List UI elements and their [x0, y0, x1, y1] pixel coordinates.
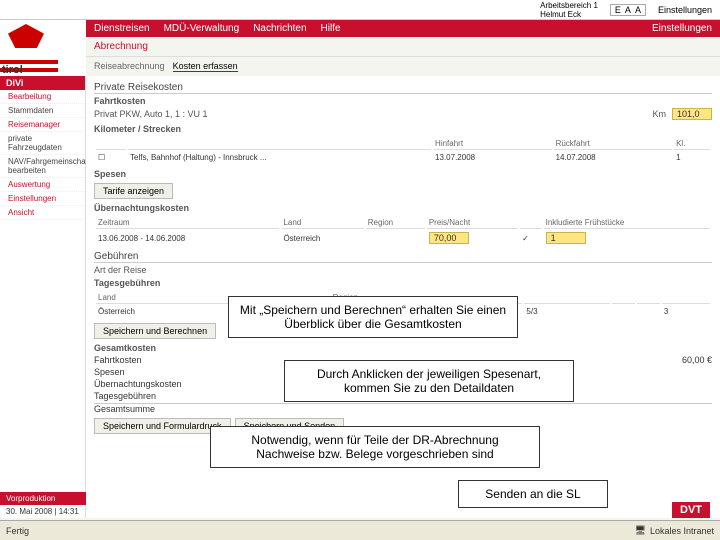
callout-4: Senden an die SL [458, 480, 608, 508]
summary-title: Gesamtkosten [94, 343, 712, 353]
geb-label: Gebühren [94, 251, 712, 263]
tages-label: Tagesgebühren [94, 278, 712, 288]
nav-mdue[interactable]: MDÜ-Verwaltung [164, 23, 240, 34]
spesen-label: Spesen [94, 169, 712, 179]
sidebar-item-einstellungen[interactable]: Einstellungen [0, 192, 85, 206]
sidebar-header: DiVi [0, 76, 85, 90]
workarea-label: Arbeitsbereich 1 Helmut Eck [540, 1, 598, 19]
accessibility-box[interactable]: EAA [610, 4, 646, 16]
subsection-fahrtkosten: Fahrtkosten [94, 96, 712, 106]
nav-settings[interactable]: Einstellungen [652, 23, 712, 34]
breadcrumb: Abrechnung [86, 37, 720, 57]
logo: tirol [0, 20, 86, 76]
ueber-label: Übernachtungskosten [94, 203, 712, 213]
sidebar-item-bearbeitung[interactable]: Bearbeitung [0, 90, 85, 104]
summary-fahrt[interactable]: Fahrtkosten [94, 355, 142, 365]
footer-left: Vorproduktion 30. Mai 2008 | 14:31 [0, 492, 86, 518]
sidebar-item-nav[interactable]: NAV/Fahrgemeinschaft bearbeiten [0, 155, 85, 178]
header: tirol Dienstreisen MDÜ-Verwaltung Nachri… [0, 20, 720, 76]
table-row[interactable]: ☐ Telfs, Bahnhof (Haltung) - Innsbruck .… [96, 152, 710, 163]
footer-logo: DVT [672, 502, 710, 518]
calc-button[interactable]: Speichern und Berechnen [94, 323, 216, 339]
navbar: Dienstreisen MDÜ-Verwaltung Nachrichten … [86, 20, 720, 37]
dvt-logo: DVT [672, 502, 710, 518]
strecken-label: Kilometer / Strecken [94, 124, 712, 134]
statusbar: Fertig 🖥 Lokales Intranet [0, 520, 720, 540]
nav-nachrichten[interactable]: Nachrichten [253, 23, 306, 34]
sidebar-item-fahrzeug[interactable]: private Fahrzeugdaten [0, 132, 85, 155]
topbar: Arbeitsbereich 1 Helmut Eck EAA Einstell… [0, 0, 720, 20]
summary-ueber[interactable]: Übernachtungskosten [94, 379, 182, 389]
nav-dienstreisen[interactable]: Dienstreisen [94, 23, 150, 34]
sidebar-item-ansicht[interactable]: Ansicht [0, 206, 85, 220]
summary-spesen[interactable]: Spesen [94, 367, 125, 377]
car-label: Privat PKW, Auto 1, 1 : VU 1 [94, 109, 208, 119]
section-reisekosten: Private Reisekosten [94, 82, 712, 94]
sidebar: DiVi Bearbeitung Stammdaten Reisemanager… [0, 76, 86, 518]
summary-total: Gesamtsumme [94, 404, 155, 414]
callout-1: Mit „Speichern und Berechnen“ erhalten S… [228, 296, 518, 338]
strecken-table: Hinfahrt Rückfahrt Kl. ☐ Telfs, Bahnhof … [94, 136, 712, 165]
status-right: 🖥 Lokales Intranet [635, 525, 714, 536]
sidebar-item-reisemanager[interactable]: Reisemanager [0, 118, 85, 132]
art-label: Art der Reise [94, 265, 712, 275]
tarife-button[interactable]: Tarife anzeigen [94, 183, 173, 199]
callout-3: Notwendig, wenn für Teile der DR-Abrechn… [210, 426, 540, 468]
intranet-icon: 🖥 [635, 525, 646, 536]
status-left: Fertig [6, 526, 29, 536]
tab-kosten[interactable]: Kosten erfassen [173, 61, 238, 72]
footer-date: 30. Mai 2008 | 14:31 [0, 505, 86, 518]
tab-reiseabrechnung[interactable]: Reiseabrechnung [94, 61, 165, 72]
callout-2: Durch Anklicken der jeweiligen Spesenart… [284, 360, 574, 402]
sidebar-item-stammdaten[interactable]: Stammdaten [0, 104, 85, 118]
km-field[interactable]: 101,0 [672, 108, 712, 120]
nav-hilfe[interactable]: Hilfe [321, 23, 341, 34]
sidebar-item-auswertung[interactable]: Auswertung [0, 178, 85, 192]
summary-tages[interactable]: Tagesgebühren [94, 391, 156, 401]
eagle-icon [8, 24, 44, 48]
footer-vp: Vorproduktion [0, 492, 86, 505]
ueber-table: ZeitraumLandRegion Preis/NachtInkludiert… [94, 215, 712, 247]
tabs: Reiseabrechnung Kosten erfassen [86, 57, 720, 76]
km-label: Km [653, 109, 667, 119]
logo-text: tirol [2, 64, 23, 76]
settings-link[interactable]: Einstellungen [658, 5, 712, 15]
table-row[interactable]: 13.06.2008 - 14.06.2008Österreich 70,00 … [96, 231, 710, 245]
